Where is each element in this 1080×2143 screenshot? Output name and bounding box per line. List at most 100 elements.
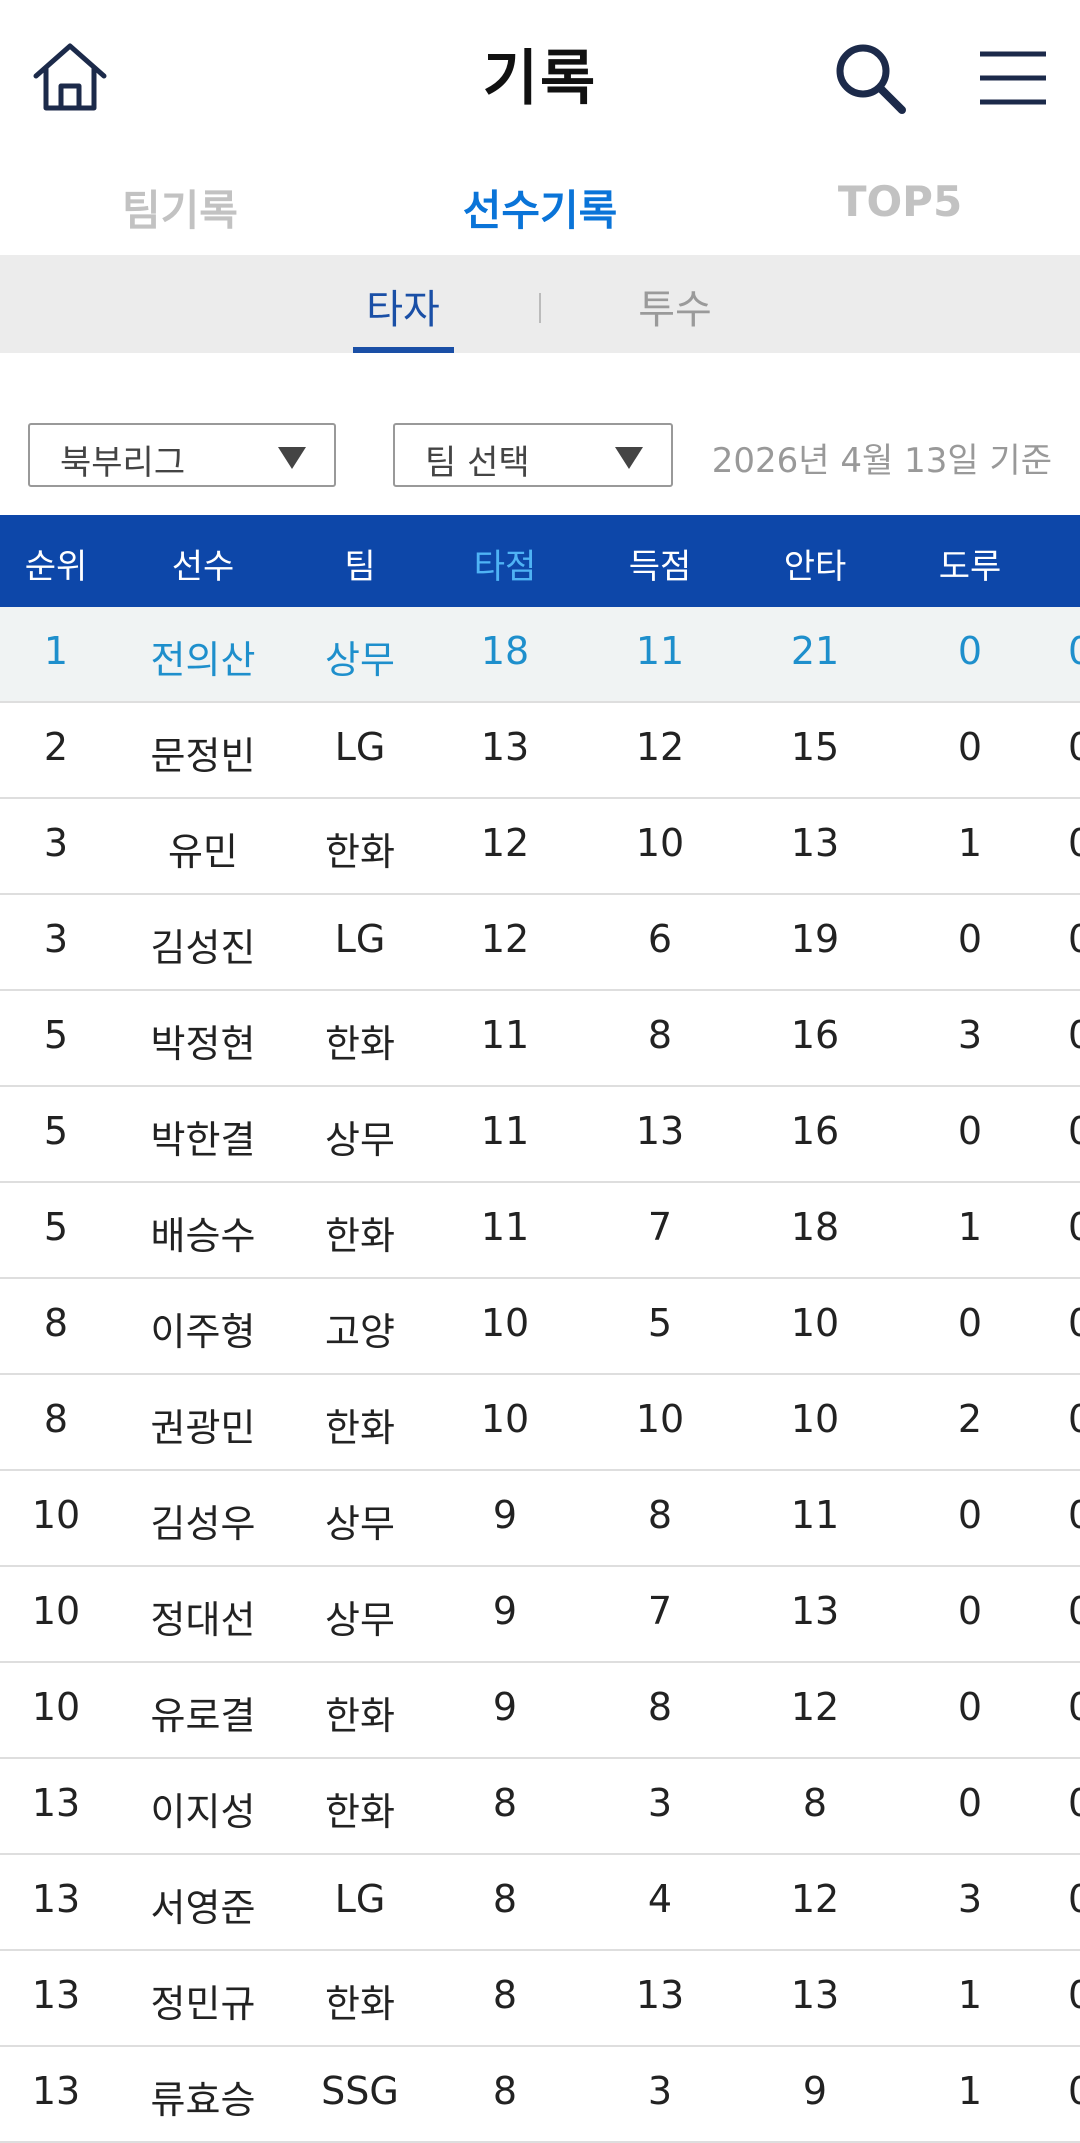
table-row[interactable]: 13 이지성 한화 8 3 8 0 0 bbox=[0, 1759, 1080, 1855]
overflow-cell: 0 bbox=[1068, 1493, 1080, 1537]
table-row[interactable]: 5 박정현 한화 11 8 16 3 0 bbox=[0, 991, 1080, 1087]
table-header: 순위 선수 팀 타점 득점 안타 도루 bbox=[0, 515, 1080, 607]
column-header-rank[interactable]: 순위 bbox=[0, 539, 112, 588]
steals-cell: 3 bbox=[957, 1013, 983, 1057]
team-cell: 상무 bbox=[325, 1502, 395, 1546]
team-cell: LG bbox=[334, 725, 386, 769]
overflow-cell: 0 bbox=[1068, 629, 1080, 673]
rbi-cell: 9 bbox=[492, 1493, 518, 1537]
table-row[interactable]: 13 류효승 SSG 8 3 9 1 0 bbox=[0, 2047, 1080, 2143]
team-cell: 한화 bbox=[325, 1982, 395, 2026]
team-cell: LG bbox=[334, 1877, 386, 1921]
record-tabs: 팀기록 선수기록 TOP5 bbox=[0, 155, 1080, 255]
hits-cell: 13 bbox=[790, 1589, 840, 1633]
top-bar: 기록 bbox=[0, 0, 1080, 155]
table-row[interactable]: 13 서영준 LG 8 4 12 3 0 bbox=[0, 1855, 1080, 1951]
league-select[interactable]: 북부리그 bbox=[28, 423, 336, 487]
player-name-cell: 정대선 bbox=[150, 1598, 256, 1642]
player-name-cell: 문정빈 bbox=[150, 734, 256, 778]
hits-cell: 9 bbox=[802, 2069, 828, 2113]
steals-cell: 2 bbox=[957, 1397, 983, 1441]
player-name-cell: 이주형 bbox=[150, 1310, 256, 1354]
team-cell: 한화 bbox=[325, 1022, 395, 1066]
rank-cell: 5 bbox=[43, 1013, 69, 1057]
table-row[interactable]: 3 김성진 LG 12 6 19 0 0 bbox=[0, 895, 1080, 991]
rank-cell: 5 bbox=[43, 1205, 69, 1249]
team-cell: 한화 bbox=[325, 1214, 395, 1258]
rank-cell: 1 bbox=[43, 629, 69, 673]
steals-cell: 1 bbox=[957, 821, 983, 865]
rbi-cell: 11 bbox=[480, 1109, 530, 1153]
hits-cell: 10 bbox=[790, 1301, 840, 1345]
column-header-steals[interactable]: 도루 bbox=[900, 539, 1040, 588]
filter-bar: 북부리그 팀 선택 2026년 4월 13일 기준 bbox=[0, 353, 1080, 515]
rank-cell: 13 bbox=[31, 1973, 81, 2017]
table-row[interactable]: 10 유로결 한화 9 8 12 0 0 bbox=[0, 1663, 1080, 1759]
table-row[interactable]: 3유민한화12101310 bbox=[0, 799, 1080, 895]
hits-cell: 13 bbox=[790, 1973, 840, 2017]
rbi-cell: 11 bbox=[480, 1013, 530, 1057]
team-cell: 한화 bbox=[325, 830, 395, 874]
table-row[interactable]: 1 전의산 상무 18 11 21 0 0 bbox=[0, 607, 1080, 703]
hamburger-menu-icon[interactable] bbox=[978, 48, 1048, 108]
hits-cell: 19 bbox=[790, 917, 840, 961]
tab-team-records[interactable]: 팀기록 bbox=[50, 177, 310, 238]
search-icon[interactable] bbox=[830, 38, 910, 118]
runs-cell: 10 bbox=[635, 1397, 685, 1441]
player-name-cell: 박정현 bbox=[150, 1022, 256, 1066]
team-cell: 상무 bbox=[325, 638, 395, 682]
player-name-cell: 김성진 bbox=[150, 926, 256, 970]
overflow-cell: 0 bbox=[1068, 2069, 1080, 2113]
hits-cell: 10 bbox=[790, 1397, 840, 1441]
player-type-tabs: 타자 투수 bbox=[0, 255, 1080, 353]
column-header-team[interactable]: 팀 bbox=[290, 539, 430, 588]
rbi-cell: 9 bbox=[492, 1589, 518, 1633]
team-cell: 한화 bbox=[325, 1790, 395, 1834]
rbi-cell: 9 bbox=[492, 1685, 518, 1729]
tab-top5[interactable]: TOP5 bbox=[770, 177, 1030, 226]
subtab-pitcher[interactable]: 투수 bbox=[605, 277, 745, 335]
table-row[interactable]: 13 정민규 한화 8 13 13 1 0 bbox=[0, 1951, 1080, 2047]
rank-cell: 3 bbox=[43, 917, 69, 961]
rbi-cell: 8 bbox=[492, 1877, 518, 1921]
runs-cell: 11 bbox=[635, 629, 685, 673]
tab-player-records[interactable]: 선수기록 bbox=[410, 177, 670, 238]
steals-cell: 0 bbox=[957, 1685, 983, 1729]
subtab-batter[interactable]: 타자 bbox=[333, 277, 473, 335]
table-row[interactable]: 5 박한결 상무 11 13 16 0 0 bbox=[0, 1087, 1080, 1183]
team-cell: 한화 bbox=[325, 1694, 395, 1738]
rbi-cell: 10 bbox=[480, 1397, 530, 1441]
hits-cell: 12 bbox=[790, 1877, 840, 1921]
team-select[interactable]: 팀 선택 bbox=[393, 423, 673, 487]
hits-cell: 11 bbox=[790, 1493, 840, 1537]
runs-cell: 5 bbox=[647, 1301, 673, 1345]
overflow-cell: 0 bbox=[1068, 1589, 1080, 1633]
rank-cell: 8 bbox=[43, 1301, 69, 1345]
rbi-cell: 13 bbox=[480, 725, 530, 769]
steals-cell: 3 bbox=[957, 1877, 983, 1921]
table-row[interactable]: 2 문정빈 LG 13 12 15 0 0 bbox=[0, 703, 1080, 799]
column-header-runs[interactable]: 득점 bbox=[590, 539, 730, 588]
column-header-player[interactable]: 선수 bbox=[128, 539, 278, 588]
player-name-cell: 김성우 bbox=[150, 1502, 256, 1546]
rbi-cell: 11 bbox=[480, 1205, 530, 1249]
player-name-cell: 박한결 bbox=[150, 1118, 256, 1162]
steals-cell: 0 bbox=[957, 1781, 983, 1825]
runs-cell: 3 bbox=[647, 2069, 673, 2113]
table-row[interactable]: 10 정대선 상무 9 7 13 0 0 bbox=[0, 1567, 1080, 1663]
player-name-cell: 권광민 bbox=[150, 1406, 256, 1450]
table-row[interactable]: 10 김성우 상무 9 8 11 0 0 bbox=[0, 1471, 1080, 1567]
table-row[interactable]: 5 배승수 한화 11 7 18 1 0 bbox=[0, 1183, 1080, 1279]
overflow-cell: 0 bbox=[1068, 1685, 1080, 1729]
rank-cell: 13 bbox=[31, 1877, 81, 1921]
player-name-cell: 정민규 bbox=[150, 1982, 256, 2026]
table-row[interactable]: 8 이주형 고양 10 5 10 0 0 bbox=[0, 1279, 1080, 1375]
table-row[interactable]: 8 권광민 한화 10 10 10 2 0 bbox=[0, 1375, 1080, 1471]
overflow-cell: 0 bbox=[1068, 1973, 1080, 2017]
column-header-hits[interactable]: 안타 bbox=[745, 539, 885, 588]
hits-cell: 15 bbox=[790, 725, 840, 769]
player-name-cell: 전의산 bbox=[150, 638, 256, 682]
column-header-rbi[interactable]: 타점 bbox=[435, 539, 575, 588]
hits-cell: 16 bbox=[790, 1109, 840, 1153]
rank-cell: 10 bbox=[31, 1685, 81, 1729]
